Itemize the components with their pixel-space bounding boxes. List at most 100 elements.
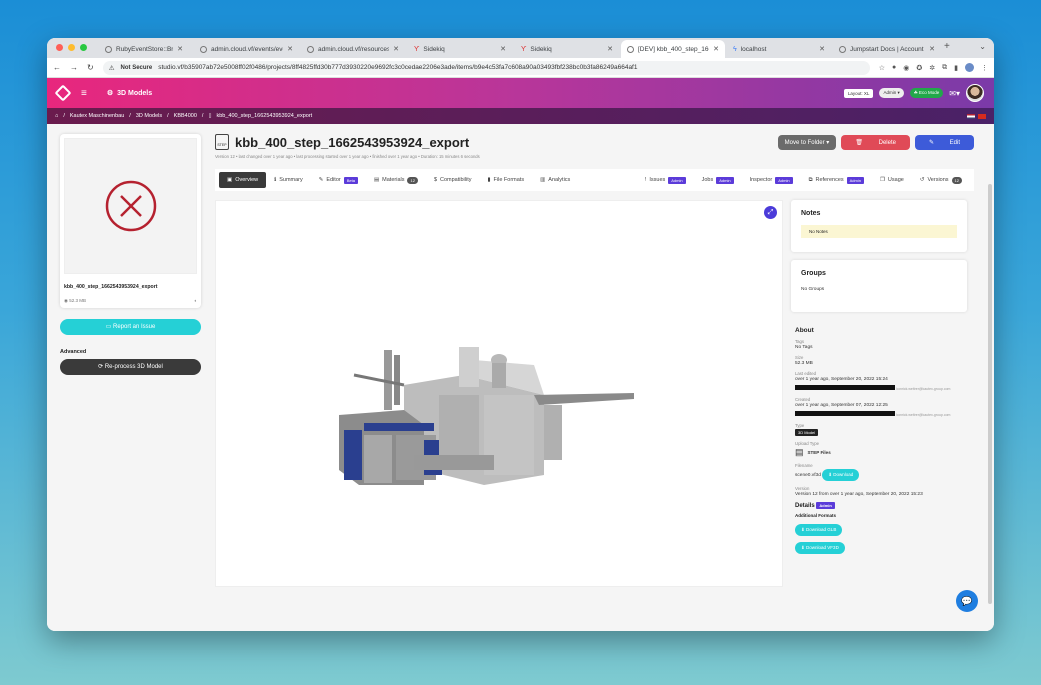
tab-issues[interactable]: ! Issues Admin xyxy=(637,176,694,184)
main-area: STEP kbb_400_step_1662543953924_export M… xyxy=(215,134,974,587)
step-file-icon: STEP xyxy=(215,134,229,150)
address-bar[interactable]: ⚠ Not Secure studio.vf/b35907ab72e5008ff… xyxy=(102,60,870,75)
breadcrumb-item[interactable]: 3D Models xyxy=(136,113,162,119)
admin-dropdown[interactable]: Admin ▾ xyxy=(879,88,904,98)
breadcrumb-item[interactable]: Kautex Maschinenbau xyxy=(70,113,124,119)
delete-button[interactable]: 🗑 Delete xyxy=(841,134,910,150)
close-tab-icon[interactable]: ✕ xyxy=(393,45,399,53)
close-window-button[interactable] xyxy=(56,44,63,51)
sidekiq-icon: Ƴ xyxy=(521,45,527,53)
extension-icon[interactable]: ● xyxy=(892,64,896,71)
tab-materials[interactable]: ▤ Materials 12 xyxy=(366,176,426,184)
browser-tab[interactable]: Ƴ Sidekiq ✕ xyxy=(515,40,619,58)
edit-button[interactable]: ✎ Edit xyxy=(914,134,974,150)
download-button[interactable]: ⬇ Download xyxy=(822,469,860,481)
browser-tab[interactable]: admin.cloud.vf/events/even ✕ xyxy=(194,40,299,58)
extension-icon[interactable]: ✪ xyxy=(916,64,922,72)
close-tab-icon[interactable]: ✕ xyxy=(929,45,935,53)
tab-bar: RubyEventStore::Browser -✕ admin.cloud.v… xyxy=(47,38,994,58)
puzzle-icon[interactable]: ⧉ xyxy=(942,64,947,72)
error-x-icon xyxy=(105,180,156,232)
fullscreen-icon[interactable]: ⤢ xyxy=(764,206,777,219)
breadcrumb: ⌂ / Kautex Maschinenbau/ 3D Models / KBB40… xyxy=(47,108,994,124)
sidebar-icon[interactable]: ▮ xyxy=(954,64,958,72)
page-title: kbb_400_step_1662543953924_export xyxy=(235,134,470,150)
profile-avatar[interactable] xyxy=(965,63,974,72)
globe-icon xyxy=(307,45,314,53)
move-to-folder-button[interactable]: Move to Folder ▾ xyxy=(777,134,837,150)
module-title: ⚙ 3D Models xyxy=(106,89,153,98)
reprocess-button[interactable]: ⟳ Re-process 3D Model xyxy=(60,359,201,375)
chat-support-icon[interactable]: 💬 xyxy=(956,590,978,612)
minimize-window-button[interactable] xyxy=(68,44,75,51)
thumbnail-meta: ◉ 52.3 MB ◐ xyxy=(64,298,197,303)
scrollbar[interactable] xyxy=(988,184,992,604)
machine-3d-model[interactable] xyxy=(334,335,634,495)
cube-icon xyxy=(627,45,634,53)
close-tab-icon[interactable]: ✕ xyxy=(819,45,825,53)
tab-versions[interactable]: ↺ Versions 12 xyxy=(912,176,970,184)
redaction-bar xyxy=(795,385,895,390)
app-logo-icon[interactable] xyxy=(54,84,72,102)
browser-tab[interactable]: Jumpstart Docs | Account ✕ xyxy=(833,40,941,58)
download-glb-button[interactable]: ⬇ Download GLB xyxy=(795,524,843,536)
new-tab-button[interactable]: + xyxy=(944,41,950,52)
close-tab-icon[interactable]: ✕ xyxy=(287,45,293,53)
tab-editor[interactable]: ✎ Editor Beta xyxy=(311,176,366,184)
right-column: Notes No Notes Groups No Groups About Ta… xyxy=(791,200,967,554)
pencil-icon: ✎ xyxy=(928,139,934,146)
extension-icon[interactable]: ✲ xyxy=(929,64,935,72)
about-heading: About xyxy=(795,327,814,334)
home-icon[interactable]: ⌂ xyxy=(55,113,58,119)
tab-references[interactable]: ⧉ References Admin xyxy=(801,176,872,184)
tab-jobs[interactable]: Jobs Admin xyxy=(694,176,742,184)
browser-tab-active[interactable]: [DEV] kbb_400_step_1662 ✕ xyxy=(621,40,725,58)
extensions-area: ☆ ● ◉ ✪ ✲ ⧉ ▮ ⋮ xyxy=(879,63,988,72)
close-tab-icon[interactable]: ✕ xyxy=(500,45,506,53)
trash-icon: 🗑 xyxy=(855,139,863,146)
extension-icon[interactable]: ◉ xyxy=(903,64,909,72)
version-value: Version 12 from over 1 year ago, Septemb… xyxy=(795,492,923,497)
close-tab-icon[interactable]: ✕ xyxy=(177,45,183,53)
3d-viewer[interactable]: ⤢ xyxy=(215,200,783,587)
tab-file-formats[interactable]: ▮ File Formats xyxy=(479,177,532,183)
groups-value: No Groups xyxy=(801,287,825,292)
tab-summary[interactable]: ℹ Summary xyxy=(266,177,311,183)
back-icon[interactable]: ← xyxy=(53,63,61,72)
browser-tab[interactable]: admin.cloud.vf/resources/s ✕ xyxy=(301,40,405,58)
mail-icon[interactable]: ✉▾ xyxy=(949,89,960,98)
browser-tab[interactable]: ϟ localhost ✕ xyxy=(727,40,831,58)
tab-search-icon[interactable]: ⌄ xyxy=(979,42,986,51)
close-tab-icon[interactable]: ✕ xyxy=(713,45,719,53)
reload-icon[interactable]: ↻ xyxy=(87,63,94,72)
download-vf3d-button[interactable]: ⬇ Download VF3D xyxy=(795,542,845,554)
dollar-icon: $ xyxy=(433,177,437,183)
layout-badge[interactable]: Layout: XL xyxy=(843,88,874,98)
browser-tab[interactable]: Ƴ Sidekiq ✕ xyxy=(408,40,512,58)
close-tab-icon[interactable]: ✕ xyxy=(607,45,613,53)
bolt-icon: ϟ xyxy=(733,45,737,53)
report-issue-button[interactable]: ▭ Report an Issue xyxy=(60,319,201,335)
groups-heading: Groups xyxy=(801,270,826,277)
menu-kebab-icon[interactable]: ⋮ xyxy=(981,64,988,72)
hamburger-icon[interactable]: ≡ xyxy=(81,88,87,99)
tab-analytics[interactable]: ▥ Analytics xyxy=(532,177,578,183)
admin-tabs: ! Issues Admin Jobs Admin Inspector Admin ⧉ R… xyxy=(637,176,970,184)
flag-cn-icon[interactable] xyxy=(978,113,986,119)
download-icon: ⬇ xyxy=(828,472,832,477)
tab-usage[interactable]: ❐ Usage xyxy=(872,177,912,184)
breadcrumb-item[interactable]: KBB4000 xyxy=(174,113,197,119)
header-right: Layout: XL Admin ▾ ☘ Eco Mode ✉▾ xyxy=(843,84,984,102)
notes-value: No Notes xyxy=(801,225,957,238)
browser-tab[interactable]: RubyEventStore::Browser -✕ xyxy=(99,40,189,58)
tab-inspector[interactable]: Inspector Admin xyxy=(742,176,801,184)
edited-by: konrick.weltrer@kautex-group.com xyxy=(795,383,967,392)
bookmark-star-icon[interactable]: ☆ xyxy=(879,64,885,72)
user-avatar[interactable] xyxy=(966,84,984,102)
zoom-window-button[interactable] xyxy=(80,44,87,51)
flag-en-icon[interactable] xyxy=(967,113,975,119)
eco-mode-toggle[interactable]: ☘ Eco Mode xyxy=(909,88,944,98)
tab-compatibility[interactable]: $ Compatibility xyxy=(426,177,480,183)
forward-icon[interactable]: → xyxy=(70,63,78,72)
tab-overview[interactable]: ▣ Overview xyxy=(219,172,267,188)
